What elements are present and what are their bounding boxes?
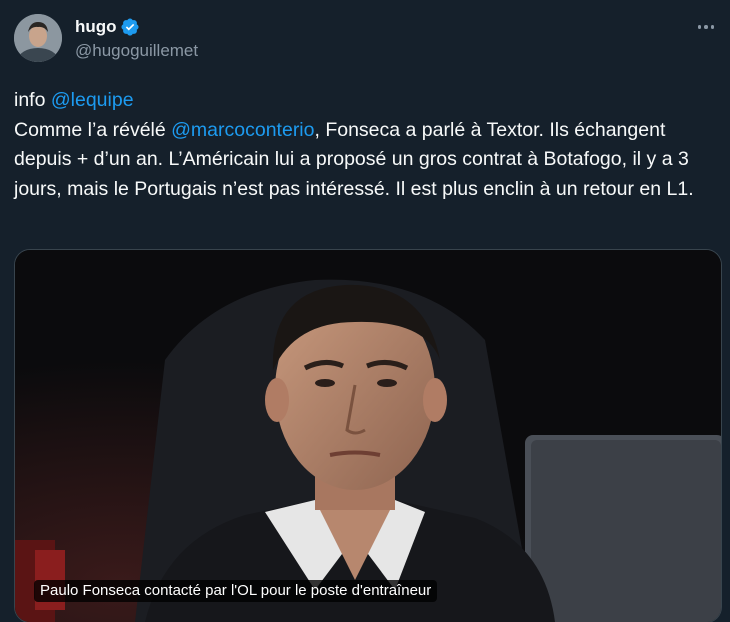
more-horizontal-icon	[697, 25, 702, 29]
verified-badge-icon	[120, 17, 140, 37]
avatar[interactable]	[14, 14, 62, 62]
mention-lequipe-link[interactable]: @lequipe	[51, 89, 134, 111]
more-options-button[interactable]	[694, 17, 718, 37]
tweet-line-1: info @lequipe	[14, 86, 714, 116]
tweet-card: hugo @hugoguillemet info @lequipe Comme …	[0, 0, 730, 622]
tweet-body: Comme l’a révélé @marcoconterio, Fonseca…	[14, 116, 714, 205]
media-caption: Paulo Fonseca contacté par l'OL pour le …	[34, 580, 438, 602]
tweet-text: info @lequipe Comme l’a révélé @marcocon…	[14, 86, 714, 204]
author-handle[interactable]: @hugoguillemet	[75, 41, 198, 61]
tweet-body-prefix: Comme l’a révélé	[14, 118, 172, 141]
tweet-text-prefix: info	[14, 89, 51, 111]
mention-marcoconterio-link[interactable]: @marcoconterio	[171, 119, 314, 141]
display-name[interactable]: hugo	[75, 17, 117, 37]
tweet-media-photo[interactable]	[14, 249, 722, 622]
author-info: hugo @hugoguillemet	[75, 16, 198, 61]
